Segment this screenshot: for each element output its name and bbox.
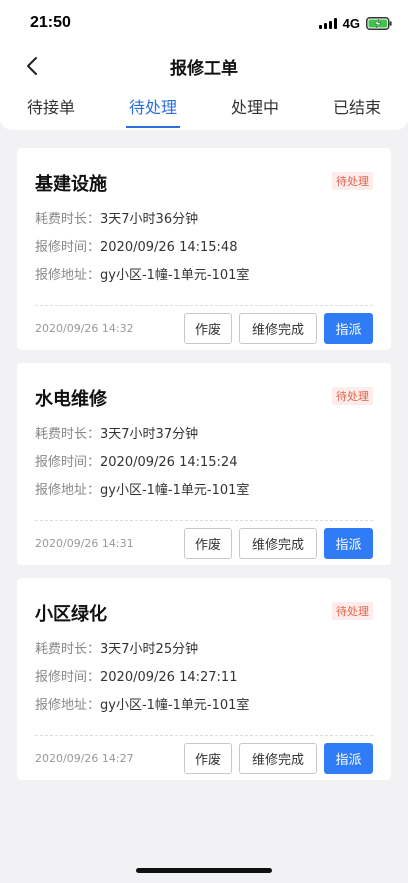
order-timestamp: 2020/09/26 14:27 (35, 752, 134, 765)
status-badge: 待处理 (332, 602, 373, 620)
divider (35, 520, 373, 521)
order-timestamp: 2020/09/26 14:32 (35, 322, 134, 335)
duration-label: 耗费时长： (35, 212, 101, 227)
report-time-label: 报修时间： (35, 240, 101, 255)
assign-button[interactable]: 指派 (324, 313, 373, 344)
nav-bar: 报修工单 (0, 44, 408, 88)
status-bar: 21:50 4G (0, 0, 408, 44)
void-button[interactable]: 作废 (184, 313, 232, 344)
duration-row: 耗费时长：3天7小时37分钟 (35, 423, 198, 442)
address-value: gy小区-1幢-1单元-101室 (100, 698, 250, 713)
order-timestamp: 2020/09/26 14:31 (35, 537, 134, 550)
order-card[interactable]: 小区绿化 待处理 耗费时长：3天7小时25分钟 报修时间：2020/09/26 … (17, 578, 391, 780)
order-card[interactable]: 水电维修 待处理 耗费时长：3天7小时37分钟 报修时间：2020/09/26 … (17, 363, 391, 565)
address-label: 报修地址： (35, 698, 101, 713)
network-label: 4G (342, 15, 360, 31)
duration-value: 3天7小时36分钟 (100, 212, 199, 227)
repair-complete-button[interactable]: 维修完成 (239, 313, 317, 344)
status-time: 21:50 (30, 14, 71, 31)
report-time-row: 报修时间：2020/09/26 14:15:48 (35, 236, 237, 255)
divider (35, 735, 373, 736)
report-time-value: 2020/09/26 14:15:48 (100, 240, 238, 255)
status-badge: 待处理 (332, 387, 373, 405)
assign-button[interactable]: 指派 (324, 528, 373, 559)
report-time-label: 报修时间： (35, 455, 101, 470)
order-card[interactable]: 基建设施 待处理 耗费时长：3天7小时36分钟 报修时间：2020/09/26 … (17, 148, 391, 350)
assign-button[interactable]: 指派 (324, 743, 373, 774)
report-time-row: 报修时间：2020/09/26 14:27:11 (35, 666, 237, 685)
duration-value: 3天7小时25分钟 (100, 642, 199, 657)
address-row: 报修地址：gy小区-1幢-1单元-101室 (35, 264, 249, 283)
page-title: 报修工单 (170, 59, 238, 79)
address-value: gy小区-1幢-1单元-101室 (100, 268, 250, 283)
status-indicators: 4G (318, 15, 392, 31)
report-time-value: 2020/09/26 14:27:11 (100, 670, 238, 685)
report-time-label: 报修时间： (35, 670, 101, 685)
void-button[interactable]: 作废 (184, 528, 232, 559)
report-time-value: 2020/09/26 14:15:24 (100, 455, 238, 470)
signal-icon (318, 17, 337, 29)
home-indicator[interactable] (136, 868, 272, 873)
void-button[interactable]: 作废 (184, 743, 232, 774)
duration-row: 耗费时长：3天7小时25分钟 (35, 638, 198, 657)
address-row: 报修地址：gy小区-1幢-1单元-101室 (35, 694, 249, 713)
address-label: 报修地址： (35, 483, 101, 498)
report-time-row: 报修时间：2020/09/26 14:15:24 (35, 451, 237, 470)
order-title: 小区绿化 (35, 604, 107, 625)
repair-complete-button[interactable]: 维修完成 (239, 528, 317, 559)
divider (35, 305, 373, 306)
tab-pending-accept[interactable]: 待接单 (0, 88, 102, 130)
order-title: 基建设施 (35, 174, 107, 195)
duration-label: 耗费时长： (35, 642, 101, 657)
tab-bar: 待接单 待处理 处理中 已结束 (0, 88, 408, 130)
address-label: 报修地址： (35, 268, 101, 283)
address-row: 报修地址：gy小区-1幢-1单元-101室 (35, 479, 249, 498)
duration-value: 3天7小时37分钟 (100, 427, 199, 442)
repair-complete-button[interactable]: 维修完成 (239, 743, 317, 774)
battery-charging-icon (366, 16, 392, 30)
tab-in-progress[interactable]: 处理中 (204, 88, 306, 130)
tab-pending-process[interactable]: 待处理 (102, 88, 204, 130)
order-title: 水电维修 (35, 389, 107, 410)
address-value: gy小区-1幢-1单元-101室 (100, 483, 250, 498)
duration-label: 耗费时长： (35, 427, 101, 442)
tab-finished[interactable]: 已结束 (306, 88, 408, 130)
duration-row: 耗费时长：3天7小时36分钟 (35, 208, 198, 227)
status-badge: 待处理 (332, 172, 373, 190)
